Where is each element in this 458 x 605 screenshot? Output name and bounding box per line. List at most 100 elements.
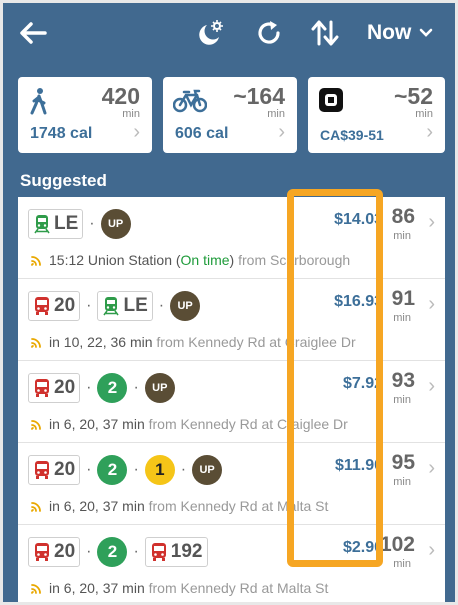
walk-unit: min bbox=[122, 108, 140, 120]
transit-line-badge: UP bbox=[192, 455, 223, 485]
mode-card-bike[interactable]: ~164 min 606 cal › bbox=[163, 77, 297, 153]
realtime-icon bbox=[31, 338, 41, 348]
route-duration: 95 bbox=[391, 451, 415, 474]
transit-line-chip: 20 bbox=[28, 373, 81, 403]
chevron-right-icon: › bbox=[428, 457, 435, 479]
route-row[interactable]: 20 · 2 · 1 · UP $11.90 95 min › in 6, 20, 37 min fr… bbox=[18, 443, 445, 525]
bus-icon bbox=[35, 379, 49, 397]
route-legs: 20 · 2 · 1 · UP bbox=[28, 455, 223, 485]
time-picker-label: Now bbox=[367, 21, 412, 44]
route-row[interactable]: 20 · 2 · UP $7.92 93 min › in 6, 20, 37 min from … bbox=[18, 361, 445, 443]
leg-separator: · bbox=[86, 543, 92, 560]
transit-line-chip: LE bbox=[97, 291, 153, 321]
section-title: Suggested bbox=[20, 171, 107, 190]
route-legs: LE · UP bbox=[28, 209, 131, 239]
route-duration: 86 bbox=[391, 205, 415, 228]
route-price: $7.92 bbox=[342, 375, 383, 392]
line-name: 20 bbox=[54, 377, 76, 398]
departure-info: 15:12 Union Station ( bbox=[49, 252, 181, 268]
transit-line-chip: LE bbox=[28, 209, 84, 239]
route-row[interactable]: 20 · LE · UP $16.93 91 min › in 10, 22, 36 min fr… bbox=[18, 279, 445, 361]
bus-icon bbox=[151, 543, 166, 561]
transit-line-badge: 1 bbox=[144, 455, 175, 485]
realtime-icon bbox=[31, 584, 41, 594]
departure-stop: from Kennedy Rd at Craiglee Dr bbox=[152, 334, 356, 350]
route-legs: 20 · 2 · UP bbox=[28, 373, 175, 403]
route-detail: in 6, 20, 37 min from Kennedy Rd at Malt… bbox=[30, 580, 390, 596]
transit-line-badge: UP bbox=[100, 209, 131, 239]
route-row[interactable]: 20 · 2 · 192 $2.90 102 min › in 6, 20, 37 min fro… bbox=[18, 525, 445, 602]
route-duration: 93 bbox=[391, 369, 415, 392]
mode-card-walk[interactable]: 420 min 1748 cal › bbox=[18, 77, 152, 153]
bus-icon bbox=[35, 297, 49, 315]
chevron-down-icon bbox=[420, 28, 433, 37]
route-duration: 91 bbox=[391, 287, 415, 310]
leg-separator: · bbox=[133, 461, 139, 478]
route-detail: in 6, 20, 37 min from Kennedy Rd at Malt… bbox=[30, 498, 390, 514]
ride-hail-time: ~52 bbox=[393, 83, 433, 109]
leg-separator: · bbox=[133, 379, 139, 396]
status-on-time: On time bbox=[180, 252, 230, 268]
departure-info: in 6, 20, 37 min bbox=[49, 498, 145, 514]
ride-hail-icon bbox=[319, 88, 343, 112]
mode-card-ride-hail[interactable]: ~52 min CA$39-51 › bbox=[308, 77, 445, 153]
chevron-right-icon: › bbox=[278, 121, 285, 143]
route-legs: 20 · 2 · 192 bbox=[28, 537, 208, 567]
route-detail: in 6, 20, 37 min from Kennedy Rd at Crai… bbox=[30, 416, 390, 432]
bike-icon bbox=[173, 89, 207, 113]
route-duration: 102 bbox=[379, 533, 415, 556]
route-duration-unit: min bbox=[393, 230, 411, 242]
walk-calories: 1748 cal bbox=[30, 125, 93, 142]
line-name: 20 bbox=[54, 541, 76, 562]
route-price: $2.90 bbox=[342, 539, 383, 556]
route-price: $11.90 bbox=[334, 457, 383, 474]
walk-icon bbox=[30, 88, 47, 115]
transit-line-badge: 2 bbox=[97, 455, 128, 485]
leg-separator: · bbox=[133, 543, 139, 560]
chevron-right-icon: › bbox=[426, 121, 433, 143]
bike-time: ~164 bbox=[233, 83, 285, 109]
chevron-right-icon: › bbox=[428, 211, 435, 233]
sort-icon[interactable] bbox=[309, 17, 341, 49]
route-row[interactable]: LE · UP $14.03 86 min › 15:12 Union Station (On… bbox=[18, 197, 445, 279]
train-icon bbox=[103, 297, 120, 316]
bike-unit: min bbox=[267, 108, 285, 120]
ride-hail-price: CA$39-51 bbox=[320, 127, 384, 143]
leg-separator: · bbox=[86, 461, 92, 478]
line-name: 192 bbox=[170, 541, 203, 562]
departure-info: in 10, 22, 36 min bbox=[49, 334, 153, 350]
chevron-right-icon: › bbox=[133, 121, 140, 143]
chevron-right-icon: › bbox=[428, 375, 435, 397]
arrow-left-icon[interactable] bbox=[17, 17, 49, 49]
departure-info: in 6, 20, 37 min bbox=[49, 416, 145, 432]
leg-separator: · bbox=[158, 297, 165, 314]
time-picker[interactable]: Now bbox=[367, 21, 433, 45]
walk-time: 420 bbox=[101, 83, 140, 109]
transit-line-chip: 20 bbox=[28, 455, 81, 485]
night-mode-icon[interactable] bbox=[193, 17, 225, 49]
route-duration-unit: min bbox=[393, 394, 411, 406]
departure-stop: from Kennedy Rd at Craiglee Dr bbox=[144, 416, 348, 432]
train-icon bbox=[34, 215, 50, 234]
route-price: $14.03 bbox=[334, 211, 383, 228]
bike-calories: 606 cal bbox=[175, 125, 229, 142]
route-duration-unit: min bbox=[393, 312, 411, 324]
leg-separator: · bbox=[86, 297, 92, 314]
top-bar: Now bbox=[3, 3, 455, 67]
refresh-icon[interactable] bbox=[253, 17, 285, 49]
departure-stop: from Kennedy Rd at Malta St bbox=[144, 580, 329, 596]
realtime-icon bbox=[31, 502, 41, 512]
route-legs: 20 · LE · UP bbox=[28, 291, 201, 321]
app-root: Now 420 min 1748 cal › ~164 min 606 cal … bbox=[0, 0, 458, 605]
route-price: $16.93 bbox=[334, 293, 383, 310]
leg-separator: · bbox=[89, 215, 95, 232]
realtime-icon bbox=[31, 256, 41, 266]
chevron-right-icon: › bbox=[428, 539, 435, 561]
line-name: 20 bbox=[54, 295, 76, 316]
transit-line-badge: 2 bbox=[97, 537, 128, 567]
transit-line-badge: 2 bbox=[97, 373, 128, 403]
route-list: LE · UP $14.03 86 min › 15:12 Union Station (On… bbox=[18, 197, 445, 602]
transit-line-chip: 20 bbox=[28, 537, 81, 567]
leg-separator: · bbox=[86, 379, 92, 396]
line-name: LE bbox=[123, 295, 148, 316]
